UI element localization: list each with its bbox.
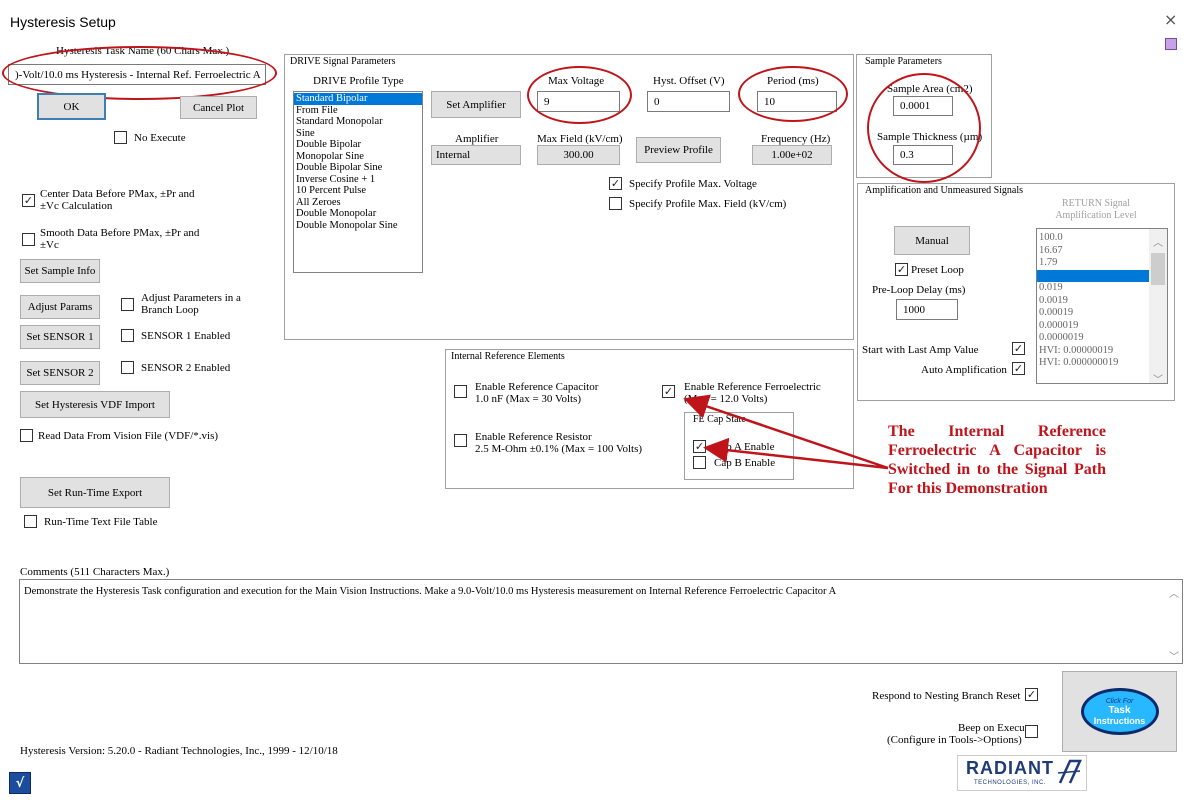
- beep-execute-label: Beep on Execute: [958, 722, 1033, 734]
- comments-scroll-up-icon[interactable]: ︿: [1169, 585, 1179, 600]
- respond-nesting-label: Respond to Nesting Branch Reset: [872, 690, 1021, 702]
- task-label: Task: [1108, 704, 1131, 716]
- comments-textarea[interactable]: Demonstrate the Hysteresis Task configur…: [19, 579, 1183, 664]
- logo-sub-text: TECHNOLOGIES, INC.: [974, 780, 1047, 786]
- task-instructions-button[interactable]: Click For Task Instructions: [1062, 671, 1177, 752]
- annotation-arrows-icon: [683, 394, 889, 470]
- beep-execute-checkbox[interactable]: [1025, 725, 1038, 738]
- instructions-label: Instructions: [1093, 715, 1146, 726]
- task-instructions-badge: Click For Task Instructions: [1080, 688, 1159, 735]
- comments-scroll-down-icon[interactable]: ﹀: [1169, 648, 1179, 663]
- respond-nesting-checkbox[interactable]: ✓: [1025, 688, 1038, 701]
- logo-main-text: RADIANT: [966, 758, 1054, 778]
- comments-label: Comments (511 Characters Max.): [20, 566, 170, 578]
- radiant-logo: RADIANT TECHNOLOGIES, INC.: [957, 755, 1087, 791]
- vision-app-icon[interactable]: √: [9, 772, 31, 794]
- click-for-label: Click For: [1105, 697, 1134, 705]
- beep-execute-sub: (Configure in Tools->Options): [887, 734, 1022, 746]
- version-label: Hysteresis Version: 5.20.0 - Radiant Tec…: [20, 745, 338, 757]
- logo-mark-icon: [1057, 759, 1082, 784]
